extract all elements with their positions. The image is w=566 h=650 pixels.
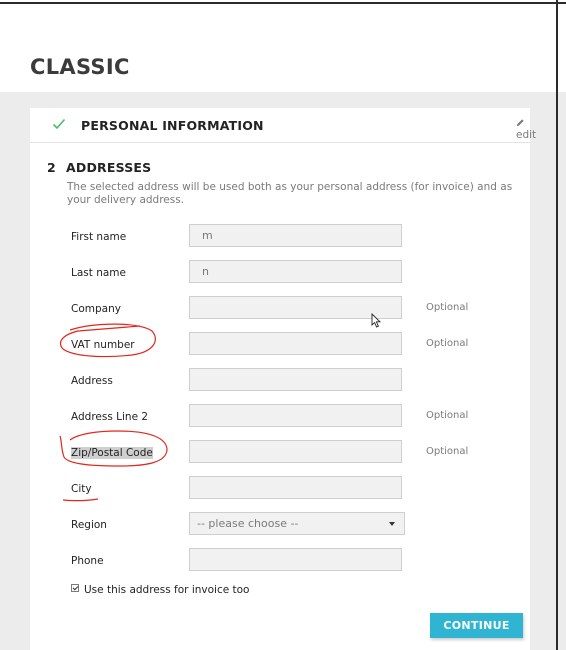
zip-circle-annotation (59, 430, 168, 467)
vat-circle-annotation (59, 323, 156, 358)
annotation-overlay (59, 323, 168, 502)
right-border (556, 0, 558, 650)
mouse-cursor-icon (371, 313, 382, 328)
city-underline-annotation (62, 498, 99, 502)
